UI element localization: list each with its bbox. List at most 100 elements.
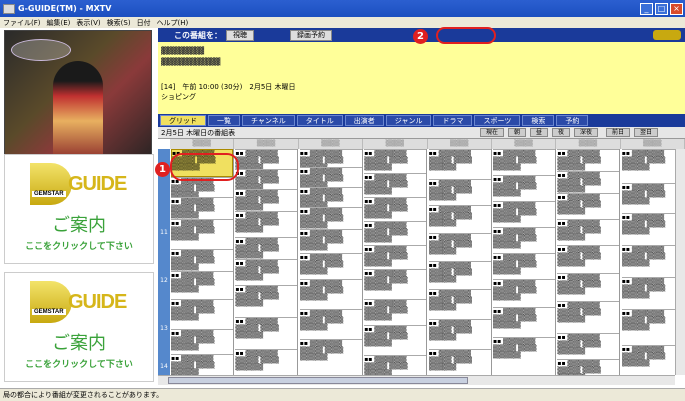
program-cell[interactable]: ▪▪ ▒▒▒▒▒▒▒ ▒▒▒▒▒ ▒▒▒▒ ▒▒▒▒▒▒: [299, 167, 362, 187]
program-cell[interactable]: ▪▪ ▒▒▒▒▒▒▒ ▒▒▒▒▒ ▒▒▒▒ ▒▒▒▒▒▒: [299, 253, 362, 279]
program-cell[interactable]: ▪▪ ▒▒▒▒▒▒▒ ▒▒▒▒▒ ▒▒▒▒ ▒▒▒▒▒▒: [428, 319, 491, 349]
gguide-ad-banner-2[interactable]: GUIDE GEMSTAR ご案内 ここをクリックして下さい: [4, 272, 154, 382]
program-cell[interactable]: ▪▪ ▒▒▒▒▒▒▒ ▒▒▒▒▒ ▒▒▒▒ ▒▒▒▒▒▒: [493, 175, 555, 201]
program-cell[interactable]: ▪▪ ▒▒▒▒▒▒▒ ▒▒▒▒▒ ▒▒▒▒ ▒▒▒▒▒▒: [557, 333, 620, 359]
channel-header[interactable]: ▒▒▒▒: [492, 139, 557, 149]
btn-morning[interactable]: 朝: [508, 128, 527, 137]
tab-genre[interactable]: ジャンル: [385, 115, 432, 126]
program-cell[interactable]: ▪▪ ▒▒▒▒▒▒▒ ▒▒▒▒▒ ▒▒▒▒ ▒▒▒▒▒▒: [428, 149, 491, 179]
tab-sports[interactable]: スポーツ: [474, 115, 521, 126]
program-cell[interactable]: ▪▪ ▒▒▒▒▒▒▒ ▒▒▒▒▒ ▒▒▒▒ ▒▒▒▒▒▒: [171, 249, 233, 271]
btn-night[interactable]: 夜: [552, 128, 571, 137]
vertical-scrollbar[interactable]: [675, 149, 685, 375]
program-cell[interactable]: ▪▪ ▒▒▒▒▒▒▒ ▒▒▒▒▒ ▒▒▒▒ ▒▒▒▒▒▒: [235, 259, 298, 285]
program-cell[interactable]: ▪▪ ▒▒▒▒▒▒▒ ▒▒▒▒▒ ▒▒▒▒ ▒▒▒▒▒▒: [235, 285, 298, 317]
program-cell[interactable]: ▪▪ ▒▒▒▒▒▒▒ ▒▒▒▒▒ ▒▒▒▒ ▒▒▒▒▒▒: [557, 301, 620, 333]
btn-prev-day[interactable]: 前日: [606, 128, 631, 137]
menu-file[interactable]: ファイル(F): [3, 18, 41, 28]
program-cell[interactable]: ▪▪ ▒▒▒▒▒▒▒ ▒▒▒▒▒ ▒▒▒▒ ▒▒▒▒▒▒: [428, 349, 491, 375]
btn-next-day[interactable]: 翌日: [634, 128, 659, 137]
menu-date[interactable]: 日付: [137, 18, 151, 28]
minimize-button[interactable]: _: [640, 2, 653, 15]
scroll-thumb[interactable]: [168, 377, 468, 384]
program-cell[interactable]: ▪▪ ▒▒▒▒▒▒▒ ▒▒▒▒▒ ▒▒▒▒ ▒▒▒▒▒▒: [557, 193, 620, 219]
program-cell[interactable]: ▪▪ ▒▒▒▒▒▒▒ ▒▒▒▒▒ ▒▒▒▒ ▒▒▒▒▒▒: [428, 233, 491, 261]
menu-help[interactable]: ヘルプ(H): [157, 18, 189, 28]
program-cell[interactable]: ▪▪ ▒▒▒▒▒▒▒ ▒▒▒▒▒ ▒▒▒▒ ▒▒▒▒▒▒: [171, 219, 233, 249]
program-cell[interactable]: ▪▪ ▒▒▒▒▒▒▒ ▒▒▒▒▒ ▒▒▒▒ ▒▒▒▒▒▒: [364, 299, 427, 325]
program-cell[interactable]: ▪▪ ▒▒▒▒▒▒▒ ▒▒▒▒▒ ▒▒▒▒ ▒▒▒▒▒▒: [557, 149, 620, 171]
program-cell[interactable]: ▪▪ ▒▒▒▒▒▒▒ ▒▒▒▒▒ ▒▒▒▒ ▒▒▒▒▒▒: [299, 309, 362, 339]
channel-header[interactable]: ▒▒▒▒: [299, 139, 364, 149]
horizontal-scrollbar[interactable]: [158, 375, 675, 385]
program-cell[interactable]: ▪▪ ▒▒▒▒▒▒▒ ▒▒▒▒▒ ▒▒▒▒ ▒▒▒▒▒▒: [428, 261, 491, 289]
view-button[interactable]: 視聴: [226, 29, 254, 41]
program-cell[interactable]: ▪▪ ▒▒▒▒▒▒▒ ▒▒▒▒▒ ▒▒▒▒ ▒▒▒▒▒▒: [557, 359, 620, 375]
program-cell[interactable]: ▪▪ ▒▒▒▒▒▒▒ ▒▒▒▒▒ ▒▒▒▒ ▒▒▒▒▒▒: [428, 289, 491, 319]
tab-grid[interactable]: グリッド: [160, 115, 206, 126]
program-cell[interactable]: ▪▪ ▒▒▒▒▒▒▒ ▒▒▒▒▒ ▒▒▒▒ ▒▒▒▒▒▒: [428, 205, 491, 233]
program-cell[interactable]: ▪▪ ▒▒▒▒▒▒▒ ▒▒▒▒▒ ▒▒▒▒ ▒▒▒▒▒▒: [235, 189, 298, 211]
channel-header[interactable]: ▒▒▒▒: [556, 139, 621, 149]
btn-noon[interactable]: 昼: [530, 128, 549, 137]
program-cell[interactable]: ▪▪ ▒▒▒▒▒▒▒ ▒▒▒▒▒ ▒▒▒▒ ▒▒▒▒▒▒: [235, 169, 298, 189]
program-cell[interactable]: ▪▪ ▒▒▒▒▒▒▒ ▒▒▒▒▒ ▒▒▒▒ ▒▒▒▒▒▒: [171, 299, 233, 329]
program-cell[interactable]: ▪▪ ▒▒▒▒▒▒▒ ▒▒▒▒▒ ▒▒▒▒ ▒▒▒▒▒▒: [493, 307, 555, 337]
program-cell[interactable]: ▪▪ ▒▒▒▒▒▒▒ ▒▒▒▒▒ ▒▒▒▒ ▒▒▒▒▒▒: [364, 325, 427, 355]
menu-edit[interactable]: 編集(E): [47, 18, 71, 28]
program-cell[interactable]: ▪▪ ▒▒▒▒▒▒▒ ▒▒▒▒▒ ▒▒▒▒ ▒▒▒▒▒▒: [171, 271, 233, 299]
btn-latenight[interactable]: 深夜: [574, 128, 599, 137]
menu-search[interactable]: 検索(S): [107, 18, 131, 28]
program-cell[interactable]: ▪▪ ▒▒▒▒▒▒▒ ▒▒▒▒▒ ▒▒▒▒ ▒▒▒▒▒▒: [171, 354, 233, 375]
program-cell[interactable]: ▪▪ ▒▒▒▒▒▒▒ ▒▒▒▒▒ ▒▒▒▒ ▒▒▒▒▒▒: [557, 273, 620, 301]
program-cell[interactable]: ▪▪ ▒▒▒▒▒▒▒ ▒▒▒▒▒ ▒▒▒▒ ▒▒▒▒▒▒: [171, 329, 233, 354]
program-cell[interactable]: ▪▪ ▒▒▒▒▒▒▒ ▒▒▒▒▒ ▒▒▒▒ ▒▒▒▒▒▒: [364, 221, 427, 245]
tab-title[interactable]: タイトル: [296, 115, 343, 126]
program-cell[interactable]: ▪▪ ▒▒▒▒▒▒▒ ▒▒▒▒▒ ▒▒▒▒ ▒▒▒▒▒▒: [235, 349, 298, 375]
btn-now[interactable]: 現在: [480, 128, 505, 137]
program-cell[interactable]: ▪▪ ▒▒▒▒▒▒▒ ▒▒▒▒▒ ▒▒▒▒ ▒▒▒▒▒▒: [235, 317, 298, 349]
gguide-ad-banner[interactable]: GUIDE GEMSTAR ご案内 ここをクリックして下さい: [4, 154, 154, 264]
channel-header[interactable]: ▒▒▒▒: [621, 139, 685, 149]
program-cell[interactable]: ▪▪ ▒▒▒▒▒▒▒ ▒▒▒▒▒ ▒▒▒▒ ▒▒▒▒▒▒: [557, 245, 620, 273]
program-cell[interactable]: ▪▪ ▒▒▒▒▒▒▒ ▒▒▒▒▒ ▒▒▒▒ ▒▒▒▒▒▒: [557, 171, 620, 193]
program-cell[interactable]: ▪▪ ▒▒▒▒▒▒▒ ▒▒▒▒▒ ▒▒▒▒ ▒▒▒▒▒▒: [235, 149, 298, 169]
program-cell[interactable]: ▪▪ ▒▒▒▒▒▒▒ ▒▒▒▒▒ ▒▒▒▒ ▒▒▒▒▒▒: [299, 229, 362, 253]
program-cell[interactable]: ▪▪ ▒▒▒▒▒▒▒ ▒▒▒▒▒ ▒▒▒▒ ▒▒▒▒▒▒: [493, 253, 555, 279]
program-cell[interactable]: ▪▪ ▒▒▒▒▒▒▒ ▒▒▒▒▒ ▒▒▒▒ ▒▒▒▒▒▒: [299, 279, 362, 309]
record-reserve-button[interactable]: 録画予約: [290, 29, 332, 41]
program-cell[interactable]: ▪▪ ▒▒▒▒▒▒▒ ▒▒▒▒▒ ▒▒▒▒ ▒▒▒▒▒▒: [364, 197, 427, 221]
tab-channel[interactable]: チャンネル: [242, 115, 295, 126]
program-cell[interactable]: ▪▪ ▒▒▒▒▒▒▒ ▒▒▒▒▒ ▒▒▒▒ ▒▒▒▒▒▒: [428, 179, 491, 205]
program-cell[interactable]: ▪▪ ▒▒▒▒▒▒▒ ▒▒▒▒▒ ▒▒▒▒ ▒▒▒▒▒▒: [235, 237, 298, 259]
tab-performer[interactable]: 出演者: [344, 115, 384, 126]
menu-view[interactable]: 表示(V): [76, 18, 100, 28]
channel-header[interactable]: ▒▒▒▒: [428, 139, 492, 149]
tab-drama[interactable]: ドラマ: [433, 115, 473, 126]
program-cell[interactable]: ▪▪ ▒▒▒▒▒▒▒ ▒▒▒▒▒ ▒▒▒▒ ▒▒▒▒▒▒: [493, 337, 555, 375]
tab-search[interactable]: 検索: [522, 115, 555, 126]
tab-list[interactable]: 一覧: [208, 115, 240, 126]
program-cell[interactable]: ▪▪ ▒▒▒▒▒▒▒ ▒▒▒▒▒ ▒▒▒▒ ▒▒▒▒▒▒: [364, 173, 427, 197]
program-cell[interactable]: ▪▪ ▒▒▒▒▒▒▒ ▒▒▒▒▒ ▒▒▒▒ ▒▒▒▒▒▒: [364, 355, 427, 375]
program-cell[interactable]: ▪▪ ▒▒▒▒▒▒▒ ▒▒▒▒▒ ▒▒▒▒ ▒▒▒▒▒▒: [171, 197, 233, 219]
program-cell[interactable]: ▪▪ ▒▒▒▒▒▒▒ ▒▒▒▒▒ ▒▒▒▒ ▒▒▒▒▒▒: [493, 149, 555, 175]
channel-header[interactable]: ▒▒▒▒: [363, 139, 428, 149]
channel-header[interactable]: ▒▒▒▒: [170, 139, 235, 149]
program-cell[interactable]: ▪▪ ▒▒▒▒▒▒▒ ▒▒▒▒▒ ▒▒▒▒ ▒▒▒▒▒▒: [299, 339, 362, 375]
tab-reservation[interactable]: 予約: [556, 115, 589, 126]
program-cell[interactable]: ▪▪ ▒▒▒▒▒▒▒ ▒▒▒▒▒ ▒▒▒▒ ▒▒▒▒▒▒: [235, 211, 298, 237]
program-cell[interactable]: ▪▪ ▒▒▒▒▒▒▒ ▒▒▒▒▒ ▒▒▒▒ ▒▒▒▒▒▒: [299, 149, 362, 167]
program-cell[interactable]: ▪▪ ▒▒▒▒▒▒▒ ▒▒▒▒▒ ▒▒▒▒ ▒▒▒▒▒▒: [299, 207, 362, 229]
channel-header[interactable]: ▒▒▒▒: [234, 139, 299, 149]
program-cell[interactable]: ▪▪ ▒▒▒▒▒▒▒ ▒▒▒▒▒ ▒▒▒▒ ▒▒▒▒▒▒: [493, 201, 555, 227]
program-cell[interactable]: ▪▪ ▒▒▒▒▒▒▒ ▒▒▒▒▒ ▒▒▒▒ ▒▒▒▒▒▒: [364, 149, 427, 173]
close-button[interactable]: ×: [670, 2, 683, 15]
program-cell[interactable]: ▪▪ ▒▒▒▒▒▒▒ ▒▒▒▒▒ ▒▒▒▒ ▒▒▒▒▒▒: [364, 245, 427, 269]
program-cell[interactable]: ▪▪ ▒▒▒▒▒▒▒ ▒▒▒▒▒ ▒▒▒▒ ▒▒▒▒▒▒: [299, 187, 362, 207]
program-cell[interactable]: ▪▪ ▒▒▒▒▒▒▒ ▒▒▒▒▒ ▒▒▒▒ ▒▒▒▒▒▒: [493, 227, 555, 253]
maximize-button[interactable]: □: [655, 2, 668, 15]
program-cell[interactable]: ▪▪ ▒▒▒▒▒▒▒ ▒▒▒▒▒ ▒▒▒▒ ▒▒▒▒▒▒: [364, 269, 427, 299]
program-cell[interactable]: ▪▪ ▒▒▒▒▒▒▒ ▒▒▒▒▒ ▒▒▒▒ ▒▒▒▒▒▒: [493, 279, 555, 307]
program-cell[interactable]: ▪▪ ▒▒▒▒▒▒▒ ▒▒▒▒▒ ▒▒▒▒ ▒▒▒▒▒▒: [557, 219, 620, 245]
